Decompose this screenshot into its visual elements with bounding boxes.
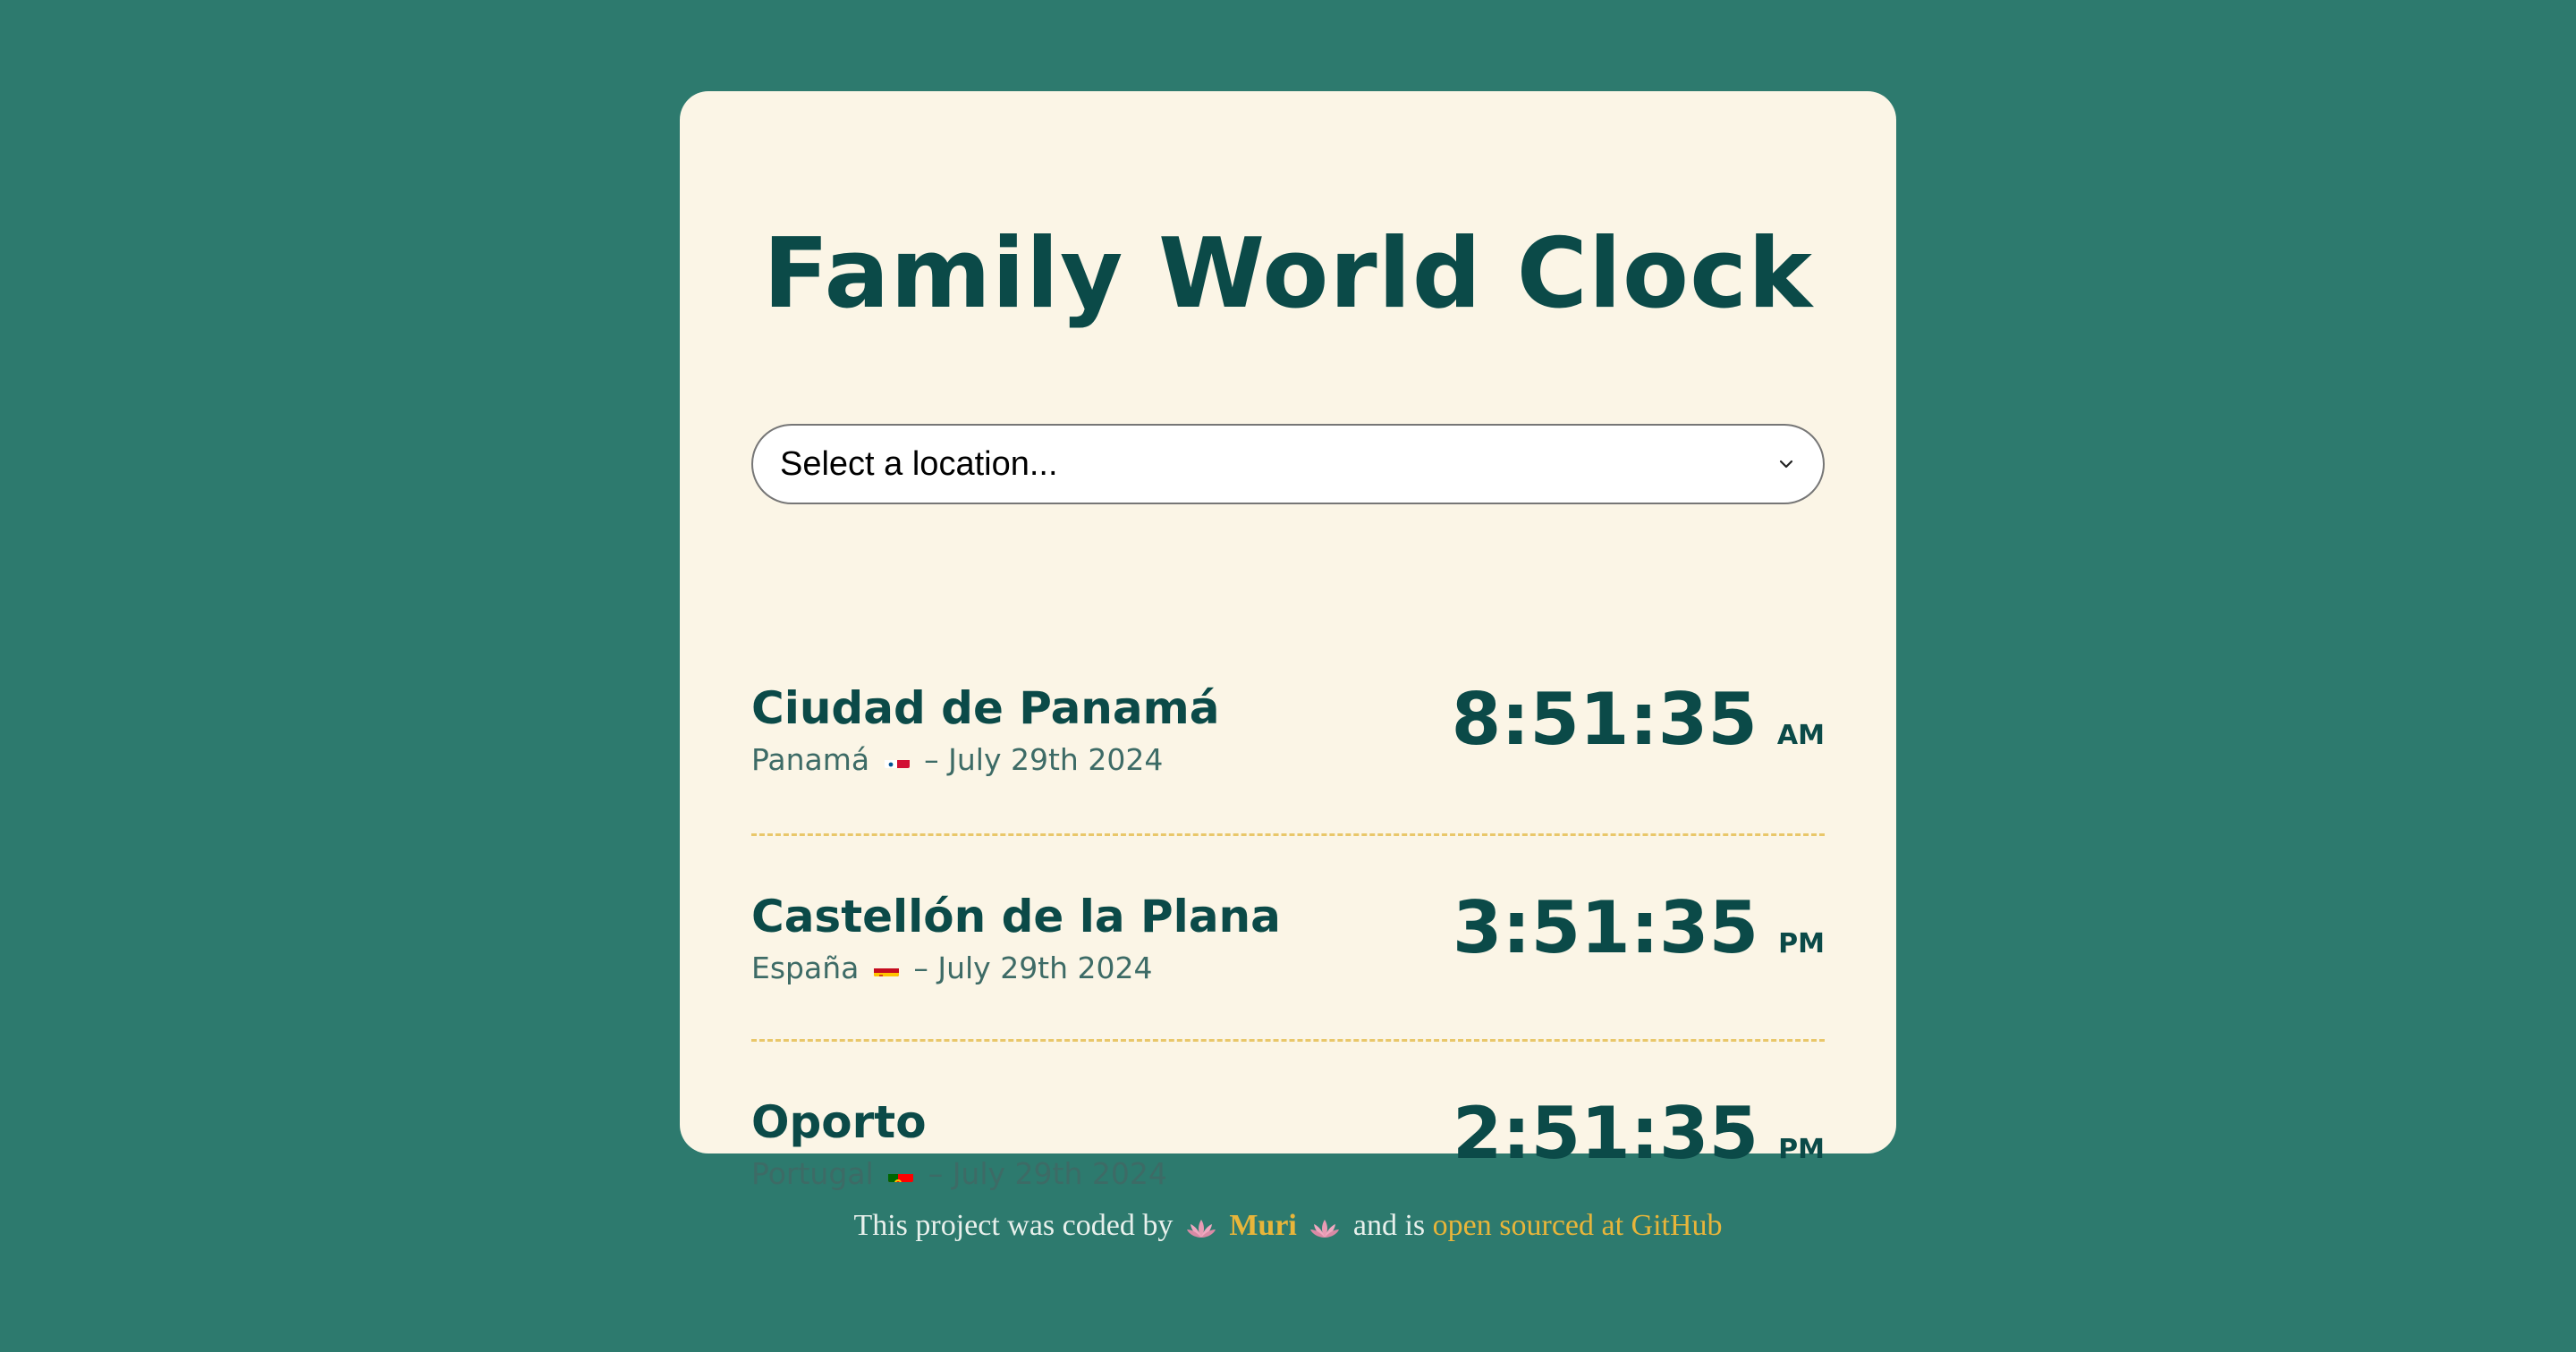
country-name: Portugal xyxy=(751,1156,874,1191)
footer-prefix: This project was coded by xyxy=(853,1209,1174,1242)
time-value: 3:51:35 xyxy=(1452,886,1759,969)
footer-middle: and is xyxy=(1352,1209,1426,1242)
city-name: Ciudad de Panamá xyxy=(751,682,1220,734)
separator: – xyxy=(928,1156,944,1191)
location-select[interactable]: Select a location... xyxy=(751,424,1825,504)
location-details: Portugal – July 29th 2024 xyxy=(751,1156,1167,1192)
time-display: 2:51:35 PM xyxy=(1453,1094,1825,1174)
city-name: Castellón de la Plana xyxy=(751,891,1281,942)
world-clock-card: Family World Clock Select a location... … xyxy=(680,91,1896,1191)
github-link[interactable]: open sourced at GitHub xyxy=(1433,1209,1723,1242)
country-name: España xyxy=(751,951,860,985)
separator: – xyxy=(924,742,939,777)
lotus-icon xyxy=(1309,1213,1340,1238)
time-period: AM xyxy=(1776,720,1825,751)
panama-flag-icon xyxy=(884,750,910,768)
country-name: Panamá xyxy=(751,742,870,777)
footer: This project was coded by Muri and is op… xyxy=(0,1209,2576,1243)
city-name: Oporto xyxy=(751,1096,927,1148)
location-details: Panamá – July 29th 2024 xyxy=(751,742,1163,778)
portugal-flag-icon xyxy=(888,1164,914,1182)
clock-row: Castellón de la Plana España – July 29th… xyxy=(751,833,1825,1039)
page-title: Family World Clock xyxy=(763,218,1813,330)
clock-row: Ciudad de Panamá Panamá – July 29th 2024… xyxy=(751,592,1825,833)
time-value: 8:51:35 xyxy=(1451,678,1758,761)
clock-list: Ciudad de Panamá Panamá – July 29th 2024… xyxy=(751,592,1825,1245)
author-name: Muri xyxy=(1229,1209,1297,1242)
location-details: España – July 29th 2024 xyxy=(751,951,1153,986)
date-text: July 29th 2024 xyxy=(952,1156,1167,1191)
date-text: July 29th 2024 xyxy=(937,951,1153,985)
time-display: 8:51:35 AM xyxy=(1452,680,1825,760)
time-period: PM xyxy=(1778,1134,1825,1165)
date-text: July 29th 2024 xyxy=(948,742,1164,777)
spain-flag-icon xyxy=(873,959,899,976)
location-select-value: Select a location... xyxy=(780,444,1058,483)
time-display: 3:51:35 PM xyxy=(1453,888,1825,968)
time-period: PM xyxy=(1778,928,1825,959)
lotus-icon xyxy=(1186,1213,1216,1238)
separator: – xyxy=(913,951,928,985)
time-value: 2:51:35 xyxy=(1452,1092,1759,1175)
chevron-down-icon xyxy=(1776,454,1796,474)
